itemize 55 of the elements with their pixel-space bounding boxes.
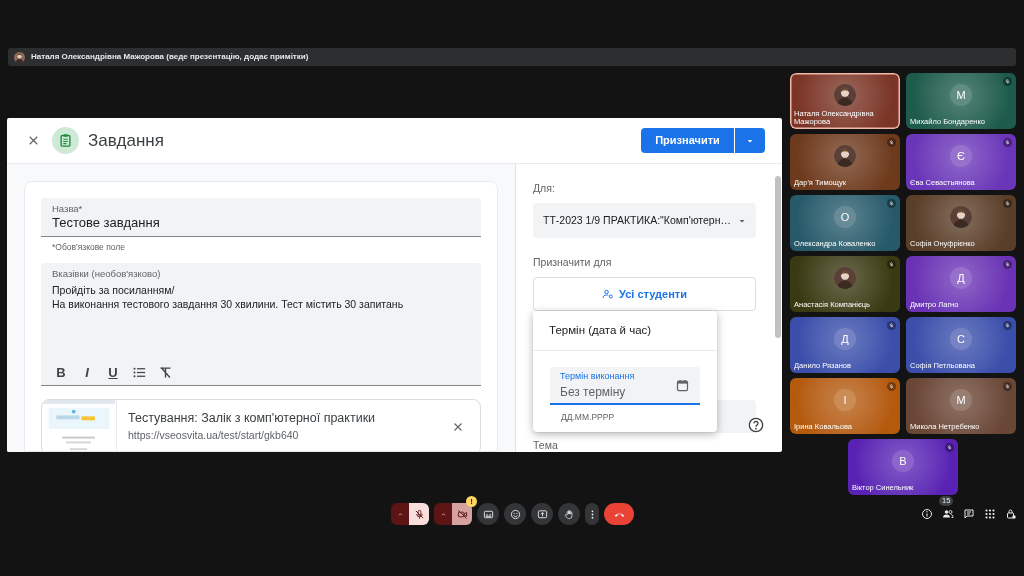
captions-button[interactable] bbox=[477, 503, 499, 525]
avatar-initial: М bbox=[950, 84, 972, 106]
avatar-initial: Є bbox=[950, 145, 972, 167]
class-select[interactable]: ТТ-2023 1/9 ПРАКТИКА:"Комп'ютерн… bbox=[533, 203, 756, 238]
scrollbar-thumb[interactable] bbox=[775, 176, 781, 338]
microphone-toggle[interactable] bbox=[409, 503, 429, 525]
attachment-card[interactable]: Тестування: Залік з комп'ютерної практики https://vseosvita.ua/test/start/gkb640 bbox=[41, 398, 481, 451]
assign-button[interactable]: Призначити bbox=[641, 128, 734, 153]
end-call-button[interactable] bbox=[604, 503, 634, 525]
hand-button[interactable] bbox=[558, 503, 580, 525]
avatar-initial: О bbox=[834, 206, 856, 228]
dialog-title: Завдання bbox=[88, 129, 164, 152]
hand-icon bbox=[563, 508, 575, 520]
avatar-initial: Д bbox=[834, 328, 856, 350]
emoji-button[interactable] bbox=[504, 503, 526, 525]
avatar-initial: І bbox=[834, 389, 856, 411]
warning-badge: ! bbox=[466, 496, 477, 507]
help-icon[interactable] bbox=[748, 417, 764, 433]
all-students-button[interactable]: Усі студенти bbox=[533, 277, 756, 311]
people-icon bbox=[602, 288, 615, 300]
info-icon bbox=[921, 508, 933, 520]
close-icon bbox=[452, 420, 464, 433]
people-icon bbox=[942, 508, 954, 520]
calendar-icon bbox=[675, 377, 690, 393]
chat-icon bbox=[963, 508, 975, 520]
attachment-title: Тестування: Залік з комп'ютерної практики bbox=[128, 409, 377, 427]
avatar-initial: М bbox=[950, 389, 972, 411]
for-label: Для: bbox=[533, 182, 556, 195]
due-date-field[interactable]: Термін виконання Без терміну bbox=[550, 367, 700, 406]
date-format-hint: ДД.ММ.РРРР bbox=[561, 411, 616, 424]
assignment-icon bbox=[52, 127, 79, 154]
present-icon bbox=[536, 508, 548, 520]
presenter-label: Наталя Олександрівна Мажорова (веде презентацію, додає примітки) bbox=[31, 51, 309, 63]
assign-to-label: Призначити для bbox=[533, 256, 613, 269]
helper-text: *Обов'язкове поле bbox=[52, 241, 127, 254]
avatar-initial: С bbox=[950, 328, 972, 350]
italic-button[interactable]: I bbox=[78, 363, 96, 382]
lock-icon bbox=[1005, 508, 1017, 520]
popup-title: Термін (дата й час) bbox=[533, 311, 717, 352]
present-button[interactable] bbox=[531, 503, 553, 525]
emoji-icon bbox=[509, 508, 521, 520]
avatar-initial: Д bbox=[950, 267, 972, 289]
underline-button[interactable]: U bbox=[104, 363, 122, 382]
title-field[interactable]: Назва* Тестове завдання bbox=[41, 198, 481, 237]
avatar-initial: В bbox=[892, 450, 914, 472]
mic-off-icon bbox=[413, 508, 425, 520]
captions-icon bbox=[482, 508, 494, 520]
camera-toggle[interactable] bbox=[452, 503, 472, 525]
apps-grid-icon bbox=[984, 508, 996, 520]
topic-label: Тема bbox=[533, 438, 559, 452]
instructions-field[interactable]: Вказівки (необов'язково) Пройдіть за посиланням/ На виконання тестового завдання 30 хвилини. Тест містить 30 запитань B I U bbox=[41, 262, 481, 386]
bold-button[interactable]: B bbox=[52, 363, 70, 382]
attachment-url: https://vseosvita.ua/test/start/gkb640 bbox=[128, 427, 300, 443]
more-button[interactable] bbox=[585, 503, 599, 525]
camera-off-icon bbox=[456, 508, 468, 520]
